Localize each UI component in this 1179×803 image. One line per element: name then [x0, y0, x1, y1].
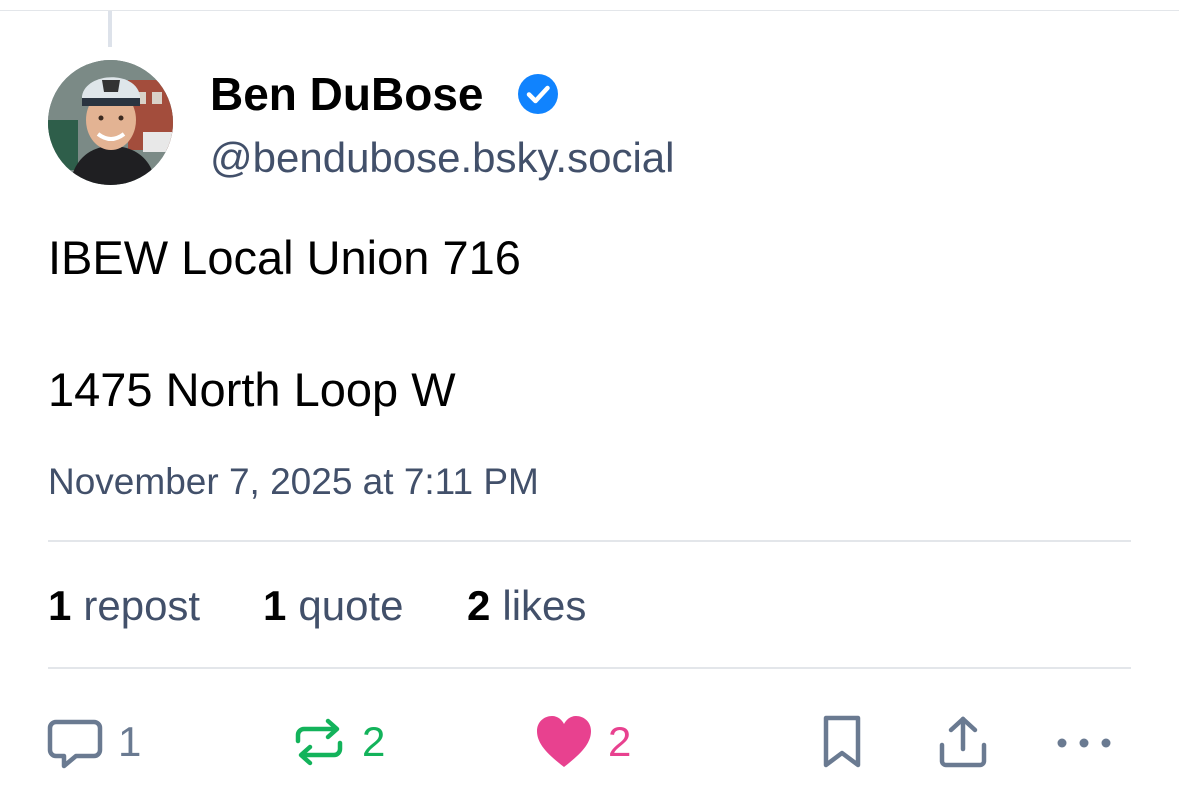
repost-action-count: 2: [362, 718, 386, 765]
heart-icon: [537, 716, 591, 767]
like-button[interactable]: 2: [534, 710, 631, 774]
more-dots-icon: [1057, 738, 1111, 748]
author-handle[interactable]: @bendubose.bsky.social: [210, 132, 674, 184]
share-icon: [939, 716, 987, 768]
stat-label: repost: [83, 582, 201, 629]
thread-connector-line: [108, 11, 112, 47]
stat-count: 1: [263, 582, 287, 629]
stat-count: 2: [467, 582, 491, 629]
reply-bubble-icon: [47, 719, 103, 769]
like-action-count: 2: [608, 718, 632, 765]
post-timestamp: November 7, 2025 at 7:11 PM: [48, 461, 539, 502]
post-text-line: IBEW Local Union 716: [48, 231, 521, 284]
bookmark-icon: [823, 715, 861, 768]
reply-count: 1: [118, 718, 142, 765]
top-divider: [0, 10, 1179, 11]
likes-count-stat[interactable]: 2 likes: [467, 580, 586, 632]
share-button[interactable]: [936, 710, 990, 774]
repost-icon: [295, 718, 343, 766]
more-options-button[interactable]: [1054, 710, 1114, 774]
stat-count: 1: [48, 582, 72, 629]
bookmark-button[interactable]: [818, 710, 866, 774]
divider: [48, 667, 1131, 669]
reply-button[interactable]: 1: [46, 710, 141, 774]
repost-button[interactable]: 2: [290, 710, 385, 774]
stat-label: likes: [502, 582, 587, 629]
repost-count-stat[interactable]: 1 repost: [48, 580, 200, 632]
post-text-line: 1475 North Loop W: [48, 363, 456, 416]
quote-count-stat[interactable]: 1 quote: [263, 580, 403, 632]
avatar-photo: [48, 60, 173, 185]
author-display-name[interactable]: Ben DuBose: [210, 64, 483, 124]
stat-label: quote: [298, 582, 404, 629]
avatar[interactable]: [48, 60, 173, 185]
divider: [48, 540, 1131, 542]
verified-badge-icon[interactable]: [517, 73, 559, 115]
